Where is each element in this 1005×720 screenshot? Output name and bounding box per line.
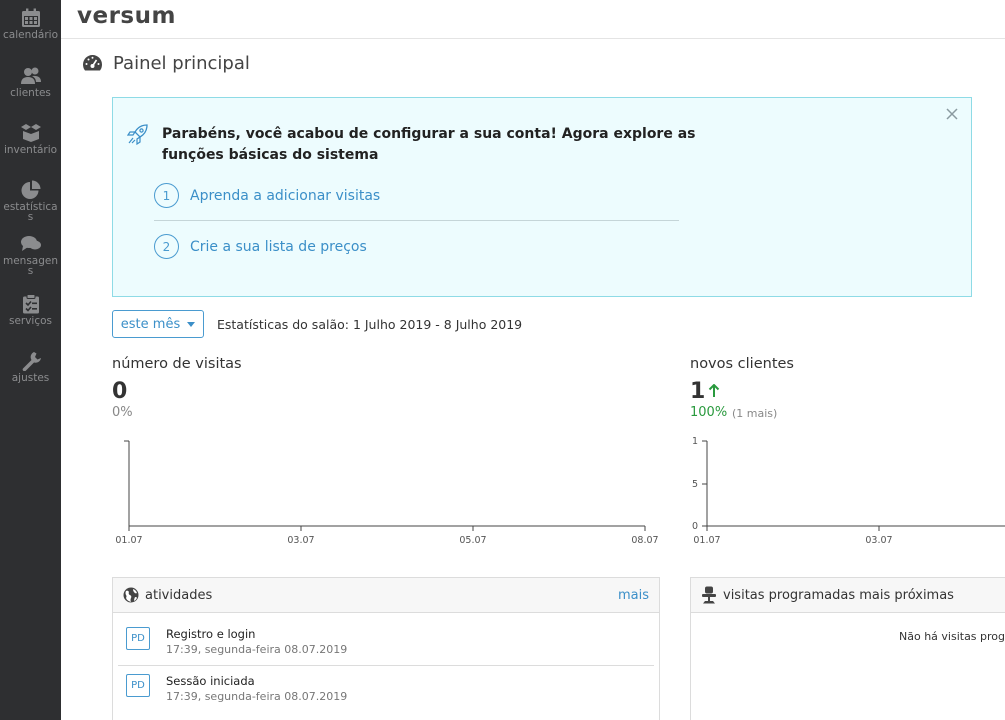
clipboard-icon: [22, 294, 39, 314]
pie-chart-icon: [21, 180, 40, 199]
sidebar-item-label: inventário: [3, 144, 58, 156]
x-tick-label: 03.07: [865, 535, 892, 546]
activities-panel-header: atividades mais: [113, 578, 659, 613]
upcoming-panel-header: visitas programadas mais próximas: [691, 578, 1005, 613]
upcoming-title: visitas programadas mais próximas: [723, 587, 954, 603]
calendar-icon: [21, 8, 40, 27]
clients-pct: 100%: [690, 405, 728, 420]
y-tick-label: 5: [692, 479, 698, 490]
sidebar-item-label: ajustes: [11, 372, 50, 384]
activity-title: Sessão iniciada: [166, 674, 255, 688]
period-dropdown[interactable]: este mês: [112, 310, 204, 338]
dashboard-gauge-icon: [83, 55, 102, 71]
clients-chart: 1 5 0 01.07 03.07: [692, 436, 1005, 546]
sidebar-item-messages[interactable]: mensagens: [0, 234, 61, 276]
sidebar-item-calendar[interactable]: calendário: [0, 8, 61, 40]
page-title-bar: Painel principal: [82, 51, 250, 75]
activity-time: 17:39, segunda-feira 08.07.2019: [166, 643, 348, 656]
onboarding-banner: Parabéns, você acabou de configurar a su…: [112, 97, 972, 297]
activity-item[interactable]: PD Sessão iniciada 17:39, segunda-feira …: [125, 668, 653, 718]
step-link[interactable]: Aprenda a adicionar visitas: [190, 188, 380, 204]
sidebar-item-label: estatísticas: [3, 201, 58, 223]
close-icon[interactable]: [945, 107, 959, 121]
sidebar-item-clients[interactable]: clientes: [0, 66, 61, 98]
salon-chair-icon: [702, 586, 716, 604]
step-number: 2: [154, 234, 179, 259]
x-tick-label: 03.07: [287, 535, 314, 546]
top-header: versum: [61, 0, 1005, 39]
visits-pct: 0%: [112, 405, 133, 420]
x-tick-label: 01.07: [115, 535, 142, 546]
sidebar-item-inventory[interactable]: inventário: [0, 123, 61, 155]
period-label: este mês: [120, 316, 181, 332]
globe-icon: [123, 587, 139, 603]
caret-down-icon: [187, 321, 196, 327]
no-visits-message: Não há visitas programadas: [899, 630, 1005, 643]
clients-extra: (1 mais): [732, 407, 778, 420]
sidebar-item-label: mensagens: [2, 255, 59, 277]
step-number: 1: [154, 183, 179, 208]
activities-title: atividades: [145, 587, 213, 603]
activity-item[interactable]: PD Registro e login 17:39, segunda-feira…: [125, 621, 653, 671]
users-icon: [20, 67, 41, 84]
visits-label: número de visitas: [112, 356, 242, 372]
user-initials-badge: PD: [126, 674, 150, 697]
x-tick-label: 05.07: [459, 535, 486, 546]
sidebar-item-label: serviços: [8, 315, 53, 327]
banner-divider: [154, 220, 679, 221]
activities-panel: atividades mais PD Registro e login 17:3…: [112, 577, 660, 720]
boxes-icon: [20, 124, 41, 142]
banner-title: Parabéns, você acabou de configurar a su…: [162, 126, 696, 163]
user-initials-badge: PD: [126, 627, 150, 650]
sidebar-item-label: clientes: [10, 87, 51, 99]
activity-title: Registro e login: [166, 627, 256, 641]
page-title: Painel principal: [113, 52, 250, 74]
rocket-icon: [127, 124, 148, 145]
y-tick-label: 0: [692, 521, 698, 532]
wrench-icon: [22, 352, 41, 371]
y-tick-label: 1: [692, 436, 698, 447]
app-logo[interactable]: versum: [77, 3, 176, 29]
stats-period-text: Estatísticas do salão: 1 Julho 2019 - 8 …: [217, 317, 523, 332]
x-tick-label: 01.07: [693, 535, 720, 546]
sidebar-item-statistics[interactable]: estatísticas: [0, 180, 61, 222]
step-price-list[interactable]: 2 Crie a sua lista de preços: [154, 234, 367, 259]
visits-value: 0: [112, 379, 128, 404]
step-add-visits[interactable]: 1 Aprenda a adicionar visitas: [154, 183, 380, 208]
upcoming-visits-panel: visitas programadas mais próximas Não há…: [690, 577, 1005, 720]
visits-chart: 01.07 03.07 05.07 08.07: [115, 440, 659, 546]
sidebar-item-label: calendário: [3, 29, 58, 41]
chat-icon: [20, 236, 41, 251]
sidebar: calendário clientes inventário estatísti…: [0, 0, 61, 720]
activity-divider: [118, 665, 654, 666]
sidebar-item-services[interactable]: serviços: [0, 294, 61, 326]
activity-time: 17:39, segunda-feira 08.07.2019: [166, 690, 348, 703]
sidebar-item-settings[interactable]: ajustes: [0, 351, 61, 383]
clients-value: 1: [690, 379, 706, 404]
x-tick-label: 08.07: [631, 535, 658, 546]
step-link[interactable]: Crie a sua lista de preços: [190, 239, 367, 255]
activities-more-link[interactable]: mais: [618, 588, 649, 603]
arrow-up-icon: [708, 384, 720, 397]
clients-label: novos clientes: [690, 356, 794, 372]
